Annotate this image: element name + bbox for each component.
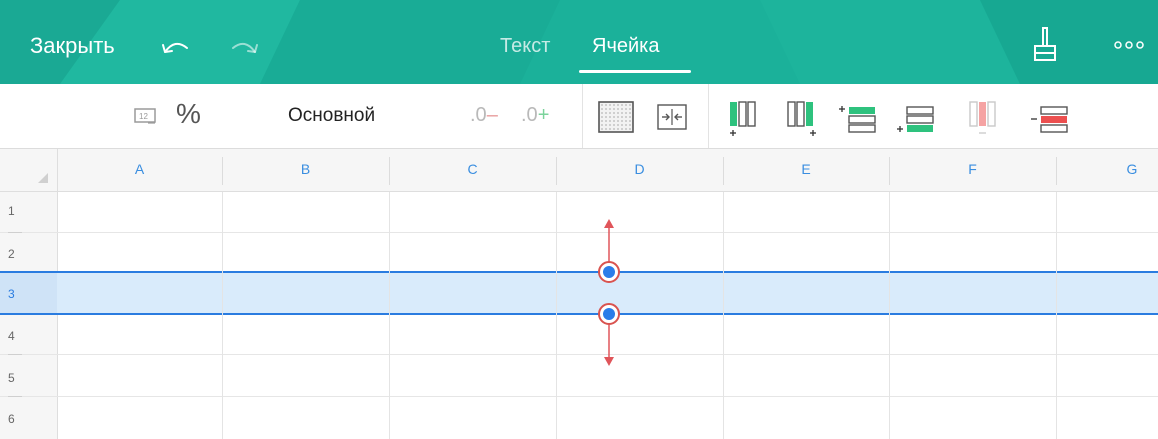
brush-icon[interactable] xyxy=(1032,26,1058,64)
row-header-6[interactable]: 6 xyxy=(8,412,15,426)
handle-dot xyxy=(603,266,615,278)
selected-row-highlight xyxy=(0,272,1158,313)
delete-row-icon[interactable] xyxy=(1030,104,1070,134)
column-header-g[interactable]: G xyxy=(1112,161,1152,177)
more-icon[interactable] xyxy=(1112,38,1146,52)
decrease-decimals-digits: .0 xyxy=(470,104,487,126)
select-all-corner[interactable] xyxy=(0,149,58,192)
column-header-e[interactable]: E xyxy=(723,161,889,177)
spreadsheet-grid[interactable]: A B C D E F G 1 2 3 4 5 6 xyxy=(0,149,1158,439)
column-header-d[interactable]: D xyxy=(556,161,723,177)
selection-border-top xyxy=(0,271,1158,273)
redo-icon[interactable] xyxy=(230,36,260,56)
column-header-b[interactable]: B xyxy=(222,161,389,177)
percent-format-button[interactable]: % xyxy=(176,98,201,130)
column-gridline xyxy=(389,192,390,439)
insert-column-left-icon[interactable] xyxy=(728,98,758,138)
row-header-2[interactable]: 2 xyxy=(8,247,15,261)
merge-cells-icon[interactable] xyxy=(657,104,687,130)
decrease-decimals-sign: – xyxy=(486,104,498,126)
increase-decimals-digits: .0 xyxy=(521,104,538,126)
row-gridline xyxy=(0,396,1158,397)
selection-top-handle[interactable] xyxy=(598,261,620,283)
row-header-5[interactable]: 5 xyxy=(8,371,15,385)
insert-column-right-icon[interactable] xyxy=(786,98,820,138)
column-header-divider xyxy=(1056,157,1057,185)
column-header-a[interactable]: A xyxy=(57,161,222,177)
column-gridline xyxy=(1056,192,1057,439)
row-resize-tick xyxy=(8,232,22,233)
svg-text:12: 12 xyxy=(139,112,148,121)
cell-toolbar: 12 % Основной .0– .0+ xyxy=(0,84,1158,149)
resize-up-arrow-icon xyxy=(604,219,614,263)
insert-row-above-icon[interactable] xyxy=(838,104,878,134)
number-format-dropdown[interactable]: Основной xyxy=(288,104,375,128)
column-gridline xyxy=(889,192,890,439)
top-bar: Закрыть Текст Ячейка xyxy=(0,0,1158,84)
toolbar-divider xyxy=(582,84,583,148)
active-tab-indicator xyxy=(579,70,691,73)
undo-icon[interactable] xyxy=(160,36,190,56)
row-resize-tick xyxy=(8,396,22,397)
column-header-c[interactable]: C xyxy=(389,161,556,177)
cell-border-icon[interactable] xyxy=(597,100,635,134)
decrease-decimals-button[interactable]: .0– xyxy=(470,102,498,128)
delete-column-icon[interactable] xyxy=(966,98,1002,138)
row-header-bar xyxy=(0,192,58,439)
spreadsheet-app: Закрыть Текст Ячейка 12 % Основной .0– .… xyxy=(0,0,1158,439)
handle-dot xyxy=(603,308,615,320)
selection-bottom-handle[interactable] xyxy=(598,303,620,325)
row-gridline xyxy=(0,232,1158,233)
row-gridline xyxy=(0,354,1158,355)
column-header-f[interactable]: F xyxy=(889,161,1056,177)
close-button[interactable]: Закрыть xyxy=(30,33,115,59)
column-gridline xyxy=(556,192,557,439)
tab-cell[interactable]: Ячейка xyxy=(592,34,659,58)
row-header-1[interactable]: 1 xyxy=(8,204,15,218)
insert-row-below-icon[interactable] xyxy=(896,104,936,134)
column-gridline xyxy=(222,192,223,439)
tab-text[interactable]: Текст xyxy=(500,34,550,58)
increase-decimals-sign: + xyxy=(537,104,550,126)
row-header-4[interactable]: 4 xyxy=(8,329,15,343)
increase-decimals-button[interactable]: .0+ xyxy=(521,102,549,128)
resize-down-arrow-icon xyxy=(604,322,614,366)
toolbar-divider xyxy=(708,84,709,148)
column-gridline xyxy=(723,192,724,439)
row-header-3[interactable]: 3 xyxy=(8,287,15,301)
row-resize-tick xyxy=(8,354,22,355)
selection-border-bottom xyxy=(0,313,1158,315)
select-all-icon xyxy=(38,173,48,183)
number-format-icon[interactable]: 12 xyxy=(134,106,156,126)
